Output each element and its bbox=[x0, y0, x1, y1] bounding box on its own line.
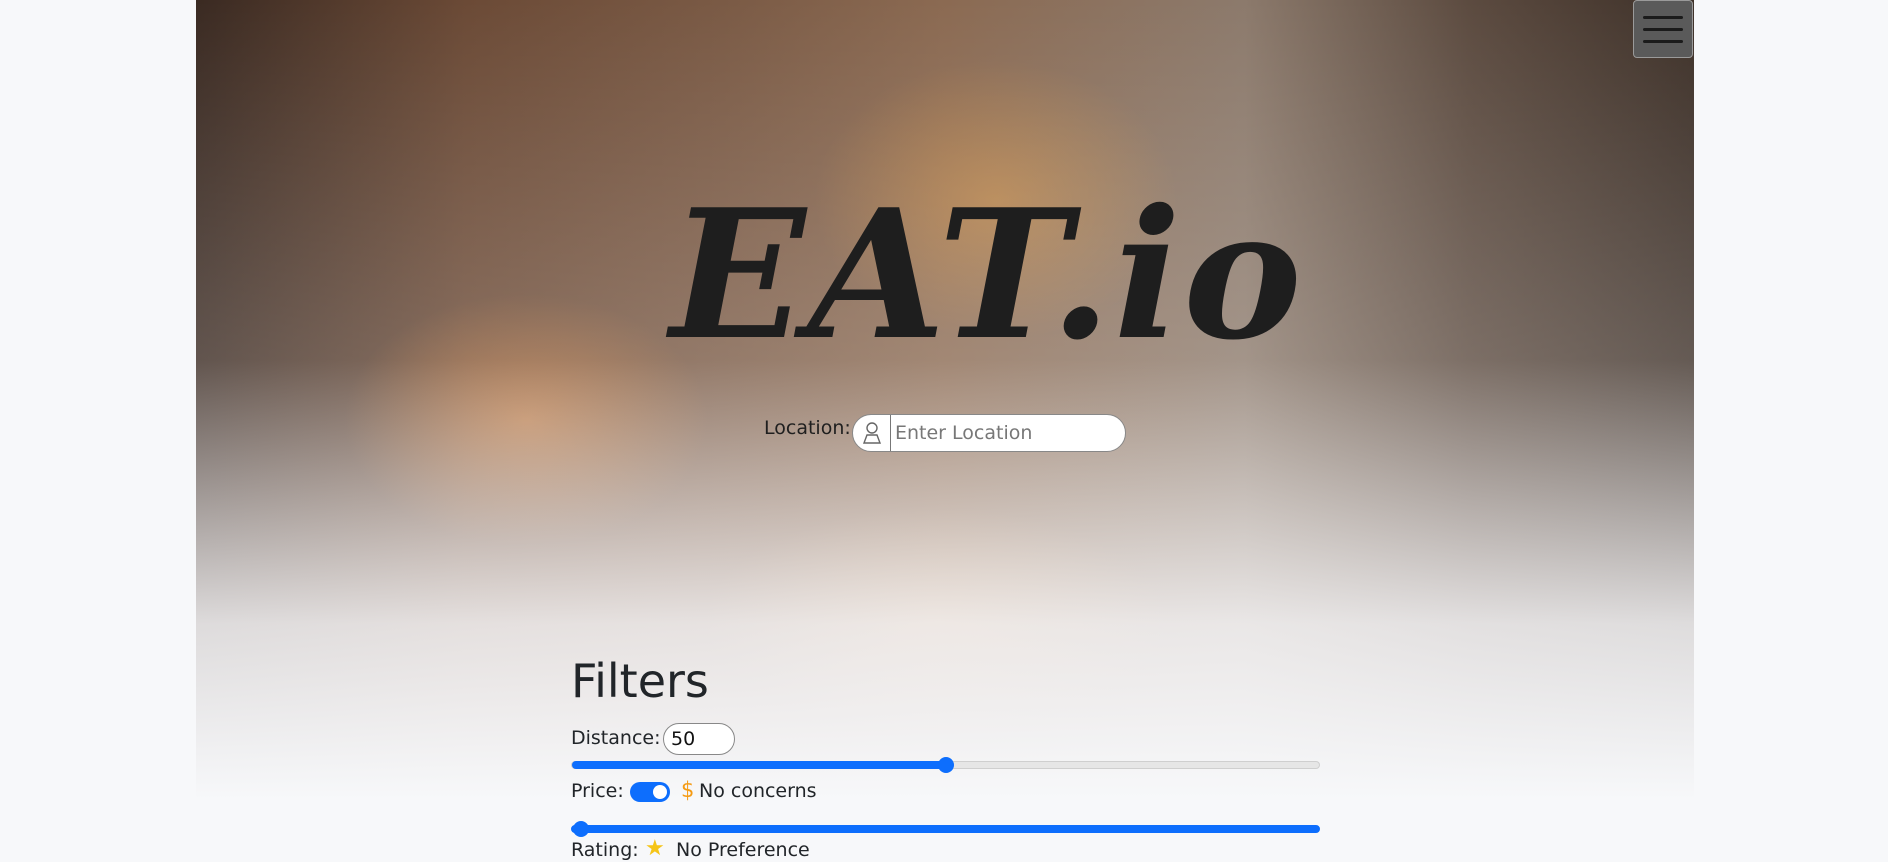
distance-label: Distance: bbox=[571, 727, 661, 749]
price-toggle[interactable] bbox=[630, 782, 670, 802]
price-label: Price: bbox=[571, 780, 624, 802]
site-logo: EAT.io bbox=[670, 170, 1304, 379]
location-field[interactable] bbox=[852, 414, 1126, 452]
distance-slider-thumb[interactable] bbox=[937, 757, 954, 773]
hamburger-menu-button[interactable] bbox=[1633, 0, 1693, 58]
location-label: Location: bbox=[764, 417, 851, 439]
star-icon: ★ bbox=[645, 836, 665, 861]
distance-slider-fill bbox=[572, 761, 946, 769]
rating-label: Rating: bbox=[571, 839, 639, 861]
rating-value-text: No Preference bbox=[676, 839, 810, 861]
toggle-knob bbox=[653, 785, 667, 799]
hamburger-bar bbox=[1643, 39, 1683, 43]
price-slider-thumb[interactable] bbox=[573, 821, 589, 837]
distance-slider[interactable] bbox=[571, 757, 1320, 773]
hamburger-bar bbox=[1643, 27, 1683, 31]
hero-background bbox=[196, 0, 1694, 800]
hamburger-menu-icon bbox=[1643, 15, 1683, 19]
distance-input[interactable] bbox=[663, 723, 735, 755]
price-slider[interactable] bbox=[571, 821, 1320, 837]
filters-heading: Filters bbox=[571, 654, 709, 708]
dollar-icon: $ bbox=[681, 778, 695, 802]
location-input[interactable] bbox=[891, 422, 1119, 444]
person-pin-icon bbox=[853, 415, 891, 451]
price-value-text: No concerns bbox=[699, 780, 817, 802]
